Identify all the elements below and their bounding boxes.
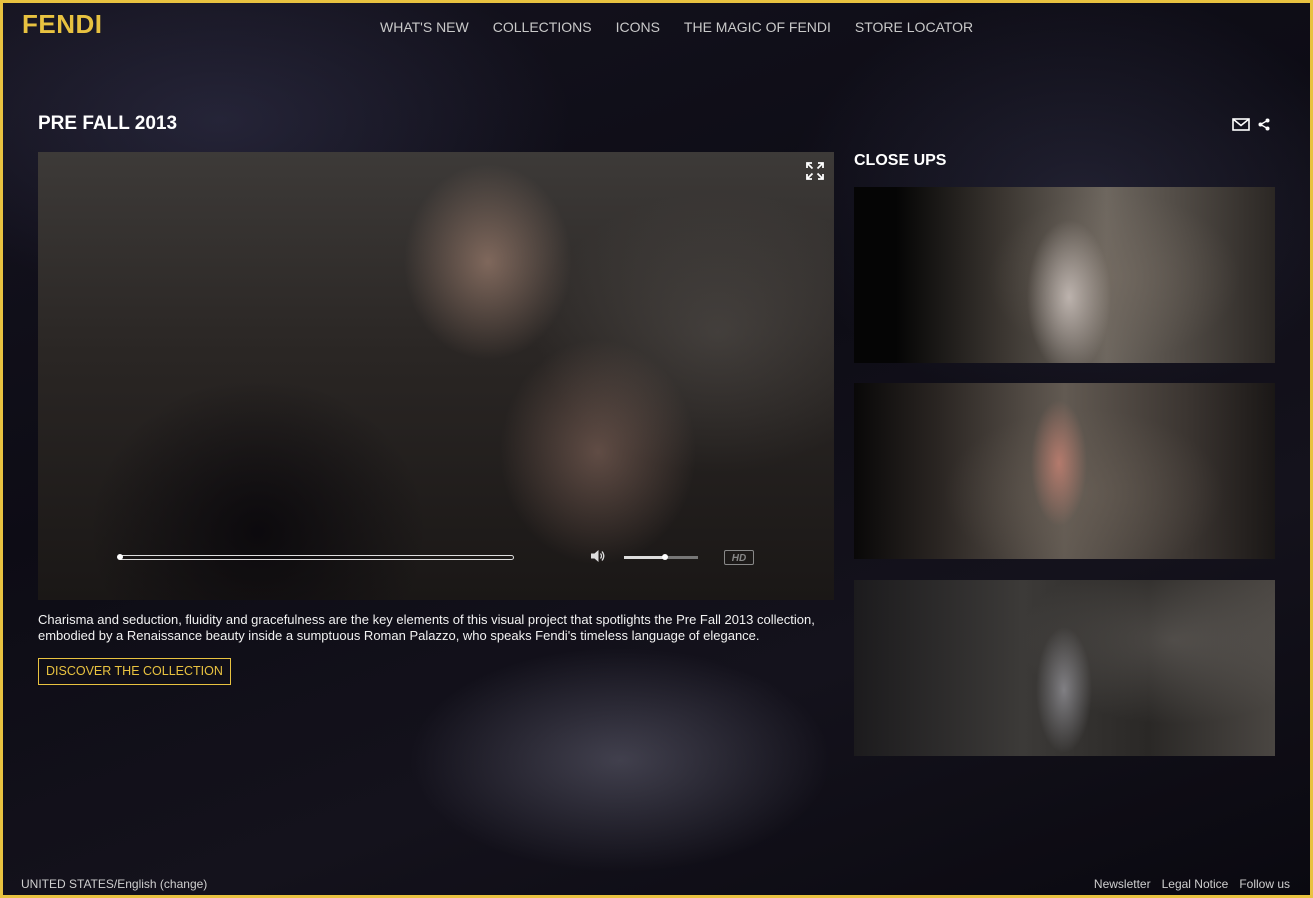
locale-selector[interactable]: UNITED STATES/English (change) [21,877,207,891]
closeups-title: CLOSE UPS [854,152,947,169]
video-player[interactable]: HD [38,152,834,600]
nav-item-whats-new[interactable]: WHAT'S NEW [380,19,469,35]
volume-level [624,556,665,559]
volume-handle[interactable] [661,554,668,560]
fendi-logo[interactable]: FENDI [22,9,103,40]
hd-toggle[interactable]: HD [724,550,754,565]
closeup-thumbnail-1[interactable] [854,187,1275,363]
progress-handle[interactable] [117,554,123,560]
mail-icon[interactable] [1232,118,1250,131]
discover-collection-button[interactable]: DISCOVER THE COLLECTION [38,658,231,685]
footer-link-legal-notice[interactable]: Legal Notice [1162,877,1229,891]
video-progress-bar[interactable] [117,554,514,560]
volume-icon[interactable] [590,549,606,563]
footer-link-follow-us[interactable]: Follow us [1239,877,1290,891]
fullscreen-icon[interactable] [806,162,824,180]
volume-slider[interactable] [624,554,698,560]
main-nav: WHAT'S NEW COLLECTIONS ICONS THE MAGIC O… [380,19,973,35]
nav-item-magic-of-fendi[interactable]: THE MAGIC OF FENDI [684,19,831,35]
nav-item-icons[interactable]: ICONS [616,19,660,35]
footer-link-newsletter[interactable]: Newsletter [1094,877,1151,891]
nav-item-collections[interactable]: COLLECTIONS [493,19,592,35]
share-icon[interactable] [1258,118,1270,131]
page-title: PRE FALL 2013 [38,113,178,134]
nav-item-store-locator[interactable]: STORE LOCATOR [855,19,973,35]
closeup-thumbnail-2[interactable] [854,383,1275,559]
collection-description: Charisma and seduction, fluidity and gra… [38,612,815,643]
closeup-thumbnail-3[interactable] [854,580,1275,756]
share-tools [1232,118,1270,131]
footer-links: Newsletter Legal Notice Follow us [1094,877,1290,891]
